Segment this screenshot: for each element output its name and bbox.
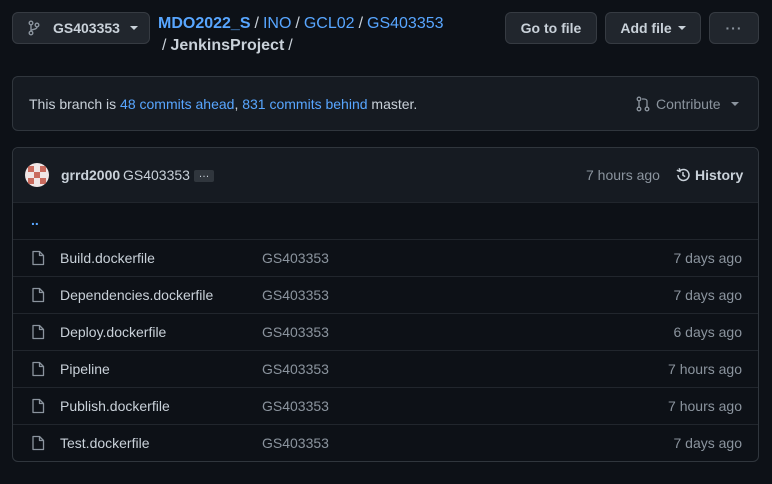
commit-author-link[interactable]: grrd2000 [61,167,120,183]
file-icon [32,398,45,414]
file-icon [32,324,45,340]
breadcrumb: MDO2022_S / INO / GCL02/GS403353 /JenkinsPro… [158,15,444,54]
contribute-label: Contribute [656,96,721,112]
file-commit-message-link[interactable]: GS403353 [262,398,329,414]
file-name-link[interactable]: Pipeline [60,361,110,377]
file-commit-age: 7 hours ago [668,398,742,414]
file-name-link[interactable]: Build.dockerfile [60,250,155,266]
branch-status-text: This branch is 48 commits ahead, 831 com… [29,96,418,112]
latest-commit-bar: grrd2000 GS403353 … 7 hours ago History [13,148,758,202]
history-label: History [695,167,744,183]
file-commit-message-link[interactable]: GS403353 [262,287,329,303]
file-icon [32,361,45,377]
commit-time[interactable]: 7 hours ago [586,167,660,183]
commits-behind-link[interactable]: 831 commits behind [242,96,367,112]
file-icon [32,287,45,303]
file-row[interactable]: Deploy.dockerfile GS403353 6 days ago [13,313,758,350]
git-branch-icon [28,20,40,36]
history-link[interactable]: History [675,167,743,183]
file-icon [32,250,45,266]
history-icon [676,168,690,182]
breadcrumb-link-gs403353[interactable]: GS403353 [367,15,444,32]
file-commit-age: 7 days ago [673,287,743,303]
file-name-link[interactable]: Deploy.dockerfile [60,324,166,340]
file-name-link[interactable]: Publish.dockerfile [60,398,170,414]
add-file-button[interactable]: Add file [605,12,701,44]
commits-ahead-link[interactable]: 48 commits ahead [120,96,234,112]
file-row[interactable]: Test.dockerfile GS403353 7 days ago [13,424,758,461]
file-name-link[interactable]: Test.dockerfile [60,435,149,451]
avatar[interactable] [25,163,49,187]
chevron-down-icon [129,26,138,30]
parent-directory-link[interactable]: .. [31,212,39,228]
go-to-file-label: Go to file [520,20,582,36]
chevron-down-icon [730,102,739,106]
breadcrumb-current: JenkinsProject [170,37,285,54]
file-commit-age: 7 hours ago [668,361,742,377]
file-name-link[interactable]: Dependencies.dockerfile [60,287,213,303]
go-to-file-button[interactable]: Go to file [505,12,597,44]
file-icon [32,435,45,451]
file-commit-age: 7 days ago [673,250,743,266]
file-commit-age: 7 days ago [673,435,743,451]
branch-status-box: This branch is 48 commits ahead, 831 com… [12,76,759,131]
file-row[interactable]: Build.dockerfile GS403353 7 days ago [13,239,758,276]
parent-directory-row[interactable]: .. [13,202,758,239]
breadcrumb-root-link[interactable]: MDO2022_S [158,15,251,32]
kebab-icon: ··· [725,20,743,36]
commit-message-link[interactable]: GS403353 [123,167,190,183]
pull-request-icon [636,96,650,112]
file-row[interactable]: Publish.dockerfile GS403353 7 hours ago [13,387,758,424]
breadcrumb-link-ino[interactable]: INO [263,15,291,32]
chevron-down-icon [677,26,686,30]
commit-expand-button[interactable]: … [194,169,214,182]
branch-selector-button[interactable]: GS403353 [12,12,150,44]
file-row[interactable]: Dependencies.dockerfile GS403353 7 days ag… [13,276,758,313]
branch-name: GS403353 [53,20,120,36]
file-commit-age: 6 days ago [673,324,743,340]
more-options-button[interactable]: ··· [709,12,759,44]
file-commit-message-link[interactable]: GS403353 [262,361,329,377]
breadcrumb-link-gcl02[interactable]: GCL02 [304,15,355,32]
file-commit-message-link[interactable]: GS403353 [262,324,329,340]
file-commit-message-link[interactable]: GS403353 [262,435,329,451]
file-commit-message-link[interactable]: GS403353 [262,250,329,266]
file-row[interactable]: Pipeline GS403353 7 hours ago [13,350,758,387]
add-file-label: Add file [620,20,672,36]
contribute-button[interactable]: Contribute [636,96,739,112]
